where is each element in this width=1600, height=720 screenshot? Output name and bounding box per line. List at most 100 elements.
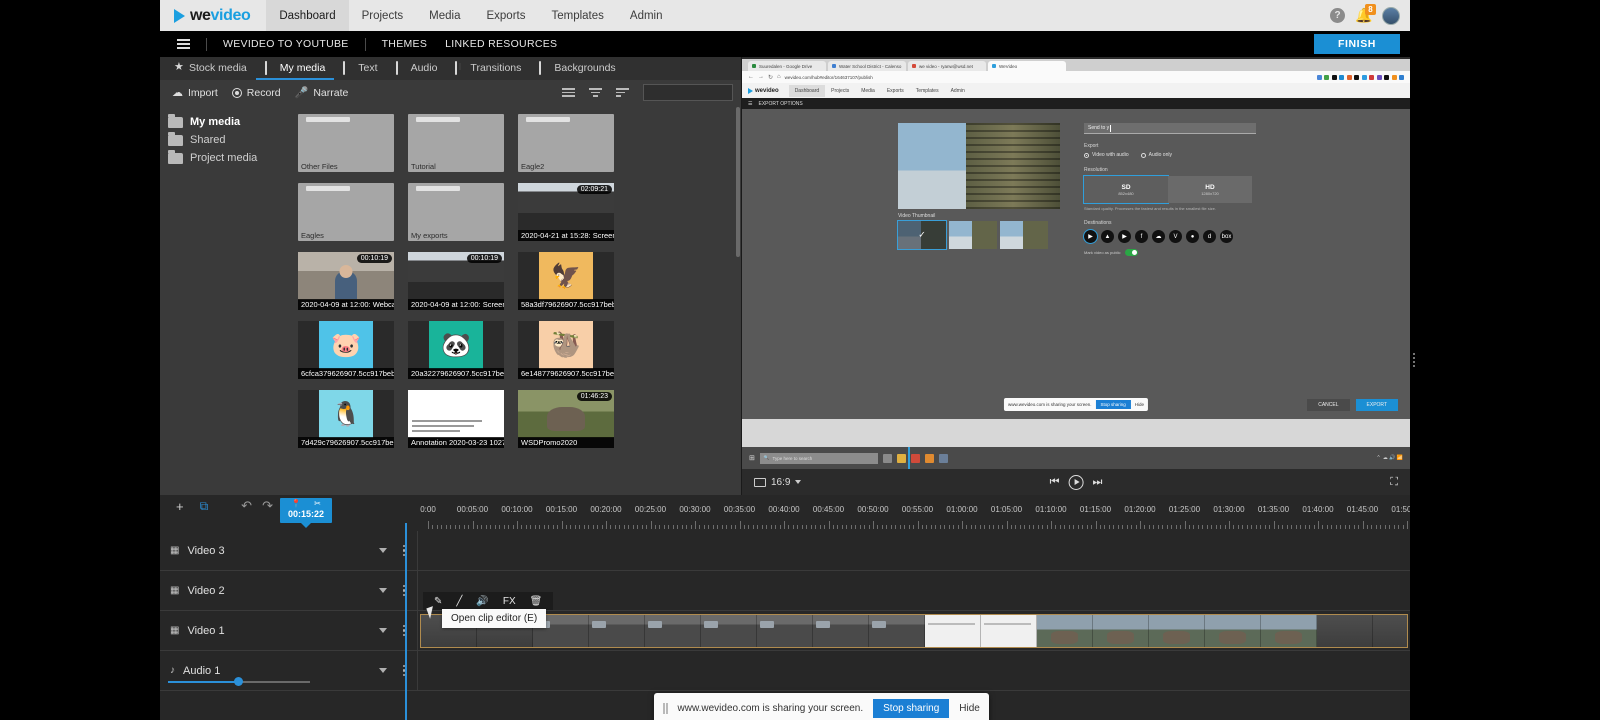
skip-next-icon[interactable]: ⏭ [1093,476,1103,489]
taskbar-app-icon[interactable] [910,453,920,463]
themes-button[interactable]: THEMES [373,38,437,50]
nested-nav-admin[interactable]: Admin [945,88,971,94]
search-box[interactable]: 🔍 [643,84,793,101]
menu-icon[interactable] [168,34,199,54]
track-header[interactable]: ▦ Video 2 [160,571,418,610]
browser-tab-active[interactable]: WeVideo [988,61,1066,71]
nested-export-button[interactable]: EXPORT [1355,399,1398,411]
effects-icon[interactable]: FX [496,596,523,607]
track-header[interactable]: ▦ Video 3 [160,531,418,570]
avatar[interactable] [1382,6,1400,25]
duplicate-icon[interactable]: ⧉ [192,499,217,514]
track-header[interactable]: ♪ Audio 1 [160,651,418,690]
media-image[interactable]: 🐧 7d429c79626907.5cc917beb... [298,390,394,448]
undo-icon[interactable]: ↶ [236,498,257,514]
nav-admin[interactable]: Admin [617,0,676,31]
resolution-hd[interactable]: HD 1280x720 [1168,176,1252,203]
tab-audio[interactable]: Audio [387,57,447,80]
taskbar-app-icon[interactable] [938,453,948,463]
nested-stop-sharing-button[interactable]: Stop sharing [1095,400,1131,409]
taskbar-search[interactable]: 🔍 Type here to search [759,452,878,464]
media-image[interactable]: 🦅 58a3df79626907.5cc917beb9... [518,252,614,310]
tray-chevron-icon[interactable]: ^ [1377,455,1379,461]
linked-resources-button[interactable]: LINKED RESOURCES [436,38,566,50]
wevideo-logo[interactable]: wevideo [160,0,266,31]
track-lane[interactable] [418,651,1410,690]
media-folder[interactable]: Eagle2 [518,114,614,172]
slider-knob[interactable] [234,677,243,686]
nested-nav-exports[interactable]: Exports [881,88,910,94]
timeline-ruler[interactable]: 0:00 00:05:00 00:10:00 00:15:00 00:20:00 00:2… [418,495,1410,531]
destination-youtube-icon[interactable]: ▶ [1118,230,1131,243]
marker-pin-icon[interactable]: 📍 [291,499,301,508]
volume-icon[interactable]: 🔊 [469,596,495,607]
media-grid-container[interactable]: Other Files Tutorial Eagle2 Eagles My ex… [290,105,741,495]
panel-resize-handle[interactable] [1413,353,1415,367]
skip-previous-icon[interactable]: ⏮ [1050,476,1060,489]
finish-button[interactable]: FINISH [1313,34,1400,54]
media-folder[interactable]: Tutorial [408,114,504,172]
play-button[interactable] [1068,474,1084,490]
import-button[interactable]: ☁ Import [168,86,228,100]
media-image[interactable]: 🐼 20a32279626907.5cc917beb... [408,321,504,379]
taskbar-task-view-icon[interactable] [882,453,892,463]
thumbnail-option[interactable] [949,221,997,249]
tab-transitions[interactable]: Transitions [446,57,530,80]
taskbar-start-icon[interactable]: ⊞ [749,454,755,462]
nested-menu-icon[interactable]: ☰ [748,101,752,107]
public-toggle[interactable] [1125,249,1139,256]
list-view-icon[interactable] [562,88,575,97]
chevron-down-icon[interactable] [379,668,387,673]
send-to-input[interactable]: Send to y [1084,123,1256,134]
media-clip[interactable]: 02:09:21 2020-04-21 at 15:28: Screen [518,183,614,241]
destination-facebook-icon[interactable]: f [1135,230,1148,243]
audio-volume-slider[interactable] [168,676,310,688]
nested-nav-dashboard[interactable]: Dashboard [788,84,826,97]
destination-vimeo-icon[interactable]: V [1169,230,1182,243]
browser-tab[interactable]: Suuredalen - Google Drive [748,61,826,71]
destination-flickr-icon[interactable]: ● [1186,230,1199,243]
sidebar-item-shared[interactable]: Shared [168,131,290,149]
trim-clip-icon[interactable]: ╱ [449,596,469,607]
help-icon[interactable]: ? [1330,8,1345,23]
sort-icon[interactable] [616,88,629,97]
track-header[interactable]: ▦ Video 1 [160,611,418,650]
destination-dailymotion-icon[interactable]: d [1203,230,1216,243]
reload-icon[interactable]: ↻ [768,74,773,81]
nested-nav-media[interactable]: Media [855,88,881,94]
browser-tab[interactable]: Water School District - Calenso [828,61,906,71]
nested-cancel-button[interactable]: CANCEL [1307,399,1350,411]
record-button[interactable]: Record [228,87,291,99]
media-clip[interactable]: 00:10:19 2020-04-09 at 12:00: Webcam [298,252,394,310]
playhead-marker[interactable]: 📍 ✂ 00:15:22 [280,498,332,523]
browser-tab[interactable]: we video - ryanw@wsd.net [908,61,986,71]
thumbnail-option[interactable] [1000,221,1048,249]
nav-exports[interactable]: Exports [473,0,538,31]
delete-clip-icon[interactable]: 🗑 [523,596,550,607]
nav-media[interactable]: Media [416,0,473,31]
hide-sharing-button[interactable]: Hide [959,703,980,714]
forward-icon[interactable]: → [758,74,764,80]
sidebar-item-my-media[interactable]: My media [168,113,290,131]
add-track-icon[interactable]: + [168,499,192,514]
media-scrollbar[interactable] [736,107,740,257]
taskbar-explorer-icon[interactable] [896,453,906,463]
media-document[interactable]: Annotation 2020-03-23 102743 [408,390,504,448]
drag-handle-icon[interactable] [663,703,668,714]
media-image[interactable]: 🐷 6cfca379626907.5cc917beb7... [298,321,394,379]
chevron-down-icon[interactable] [379,628,387,633]
media-image[interactable]: 🦥 6e148779626907.5cc917beb... [518,321,614,379]
tab-my-media[interactable]: My media [255,57,335,80]
track-lane[interactable] [418,531,1410,570]
aspect-ratio-selector[interactable]: 16:9 [754,477,802,488]
destination-wevideo-icon[interactable]: ▶ [1083,229,1098,244]
nav-templates[interactable]: Templates [538,0,616,31]
media-clip[interactable]: 01:46:23 WSDPromo2020 [518,390,614,448]
stop-sharing-button[interactable]: Stop sharing [873,699,950,718]
nav-projects[interactable]: Projects [349,0,417,31]
filter-icon[interactable] [589,88,602,97]
chevron-down-icon[interactable] [379,588,387,593]
preview-stage[interactable]: Suuredalen - Google Drive Water School D… [742,59,1410,469]
project-title[interactable]: WEVIDEO TO YOUTUBE [214,38,358,50]
back-icon[interactable]: ← [748,74,754,80]
